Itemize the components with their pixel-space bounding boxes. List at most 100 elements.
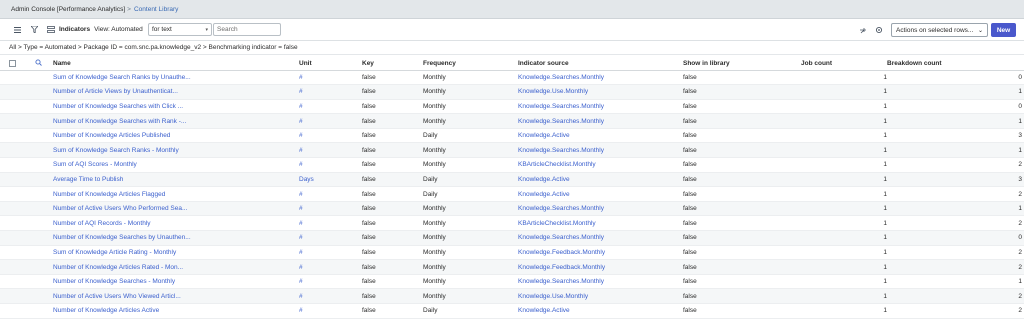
- indicator-name-link[interactable]: Number of Knowledge Searches with Click …: [53, 103, 183, 110]
- indicator-source-link[interactable]: Knowledge.Use.Monthly: [518, 88, 588, 95]
- indicator-source-link[interactable]: Knowledge.Use.Monthly: [518, 293, 588, 300]
- column-header-breakdown-count[interactable]: Breakdown count: [887, 57, 1024, 71]
- indicator-name-link[interactable]: Average Time to Publish: [53, 176, 123, 183]
- table-row[interactable]: ▶Number of Knowledge Searches - Monthly #…: [0, 274, 1024, 290]
- unit-link[interactable]: #: [299, 118, 303, 125]
- indicator-name-link[interactable]: Number of Knowledge Searches with Rank -…: [53, 118, 186, 125]
- indicator-source-link[interactable]: Knowledge.Searches.Monthly: [518, 278, 604, 285]
- table-row[interactable]: ▶Sum of Knowledge Article Rating - Month…: [0, 245, 1024, 261]
- indicator-name-link[interactable]: Number of Knowledge Articles Flagged: [53, 191, 165, 198]
- unit-link[interactable]: #: [299, 264, 303, 271]
- unit-link[interactable]: Days: [299, 176, 314, 183]
- indicator-name-link[interactable]: Number of Active Users Who Viewed Articl…: [53, 293, 181, 300]
- expand-triangle-icon[interactable]: ▶: [32, 177, 53, 183]
- indicator-name-link[interactable]: Sum of AQI Scores - Monthly: [53, 161, 137, 168]
- indicator-name-link[interactable]: Sum of Knowledge Search Ranks by Unauthe…: [53, 74, 191, 81]
- expand-triangle-icon[interactable]: ▶: [32, 148, 53, 154]
- unit-link[interactable]: #: [299, 293, 303, 300]
- table-row[interactable]: ▶Number of Knowledge Searches by Unauthe…: [0, 230, 1024, 246]
- pin-icon[interactable]: [857, 24, 869, 36]
- expand-triangle-icon[interactable]: ▶: [32, 265, 53, 271]
- unit-link[interactable]: #: [299, 161, 303, 168]
- expand-triangle-icon[interactable]: ▶: [32, 162, 53, 168]
- indicator-source-link[interactable]: Knowledge.Active: [518, 307, 570, 314]
- expand-triangle-icon[interactable]: ▶: [32, 206, 53, 212]
- filter-icon[interactable]: [28, 24, 40, 36]
- unit-link[interactable]: #: [299, 191, 303, 198]
- indicator-source-link[interactable]: KBArticleChecklist.Monthly: [518, 161, 596, 168]
- table-row[interactable]: ▶Number of Knowledge Searches with Rank …: [0, 113, 1024, 129]
- table-row[interactable]: ▶Number of Knowledge Articles Flagged # fa…: [0, 186, 1024, 202]
- expand-triangle-icon[interactable]: ▶: [32, 104, 53, 110]
- indicator-name-link[interactable]: Number of Article Views by Unauthenticat…: [53, 88, 178, 95]
- expand-triangle-icon[interactable]: ▶: [32, 294, 53, 300]
- expand-triangle-icon[interactable]: ▶: [32, 133, 53, 139]
- table-row[interactable]: ▶Sum of AQI Scores - Monthly#falseMonthl…: [0, 157, 1024, 173]
- table-row[interactable]: ▶Sum of Knowledge Search Ranks by Unauth…: [0, 70, 1024, 86]
- column-header-frequency[interactable]: Frequency: [423, 57, 518, 71]
- group-by-icon[interactable]: [45, 24, 57, 36]
- indicator-name-link[interactable]: Number of Knowledge Articles Active: [53, 307, 159, 314]
- search-field-select[interactable]: for text ▾: [148, 23, 212, 36]
- column-header-name[interactable]: Name: [53, 57, 299, 71]
- table-row[interactable]: ▶Number of AQI Records - Monthly#falseMo…: [0, 215, 1024, 232]
- expand-triangle-icon[interactable]: ▶: [32, 221, 53, 227]
- table-row[interactable]: ▶Sum of Knowledge Search Ranks - Monthly…: [0, 142, 1024, 159]
- unit-link[interactable]: #: [299, 234, 303, 241]
- breadcrumb-content-library[interactable]: Content Library: [134, 6, 178, 13]
- expand-triangle-icon[interactable]: ▶: [32, 250, 53, 256]
- view-label[interactable]: View: Automated: [94, 26, 143, 33]
- indicator-name-link[interactable]: Number of Knowledge Searches - Monthly: [53, 278, 175, 285]
- new-button[interactable]: New: [991, 23, 1016, 37]
- table-row[interactable]: ▶Number of Active Users Who Performed Se…: [0, 201, 1024, 217]
- indicator-source-link[interactable]: Knowledge.Searches.Monthly: [518, 103, 604, 110]
- table-row[interactable]: ▶Number of Knowledge Articles Active # fal…: [0, 303, 1024, 319]
- expand-triangle-icon[interactable]: ▶: [32, 192, 53, 198]
- search-icon[interactable]: [32, 59, 42, 68]
- indicator-source-link[interactable]: Knowledge.Searches.Monthly: [518, 234, 604, 241]
- table-row[interactable]: ▶Number of Article Views by Unauthentica…: [0, 84, 1024, 100]
- expand-triangle-icon[interactable]: ▶: [32, 89, 53, 95]
- indicator-name-link[interactable]: Number of Active Users Who Performed Sea…: [53, 205, 187, 212]
- indicator-source-link[interactable]: Knowledge.Feedback.Monthly: [518, 249, 605, 256]
- unit-link[interactable]: #: [299, 88, 303, 95]
- unit-link[interactable]: #: [299, 220, 303, 227]
- unit-link[interactable]: #: [299, 132, 303, 139]
- table-row[interactable]: ▶Number of Knowledge Searches with Click…: [0, 99, 1024, 115]
- indicator-source-link[interactable]: Knowledge.Active: [518, 176, 570, 183]
- indicator-source-link[interactable]: Knowledge.Searches.Monthly: [518, 118, 604, 125]
- gear-icon[interactable]: [873, 24, 885, 36]
- unit-link[interactable]: #: [299, 205, 303, 212]
- indicator-name-link[interactable]: Sum of Knowledge Search Ranks - Monthly: [53, 147, 179, 154]
- indicator-name-link[interactable]: Number of AQI Records - Monthly: [53, 220, 151, 227]
- indicator-source-link[interactable]: Knowledge.Searches.Monthly: [518, 205, 604, 212]
- unit-link[interactable]: #: [299, 249, 303, 256]
- indicator-name-link[interactable]: Number of Knowledge Searches by Unauthen…: [53, 234, 191, 241]
- hamburger-menu-icon[interactable]: [11, 24, 23, 36]
- column-header-indicator-source[interactable]: Indicator source: [518, 57, 683, 71]
- expand-triangle-icon[interactable]: ▶: [32, 75, 53, 81]
- filter-breadcrumb-text[interactable]: All > Type = Automated > Package ID = co…: [9, 44, 298, 51]
- table-row[interactable]: ▶Number of Knowledge Articles Published #…: [0, 128, 1024, 144]
- unit-link[interactable]: #: [299, 307, 303, 314]
- indicator-source-link[interactable]: Knowledge.Searches.Monthly: [518, 74, 604, 81]
- table-row[interactable]: ▶Number of Active Users Who Viewed Artic…: [0, 288, 1024, 304]
- indicator-source-link[interactable]: Knowledge.Active: [518, 191, 570, 198]
- table-row[interactable]: ▶Number of Knowledge Articles Rated - Mo…: [0, 259, 1024, 275]
- expand-triangle-icon[interactable]: ▶: [32, 279, 53, 285]
- expand-triangle-icon[interactable]: ▶: [32, 235, 53, 241]
- column-header-unit[interactable]: Unit: [299, 57, 362, 71]
- expand-triangle-icon[interactable]: ▶: [32, 308, 53, 314]
- column-header-show-in-library[interactable]: Show in library: [683, 57, 801, 71]
- select-all-checkbox[interactable]: [9, 59, 16, 67]
- actions-on-selected-rows-select[interactable]: Actions on selected rows... ⌄: [891, 23, 988, 37]
- unit-link[interactable]: #: [299, 103, 303, 110]
- indicator-source-link[interactable]: KBArticleChecklist.Monthly: [518, 220, 596, 227]
- search-input[interactable]: [213, 23, 281, 36]
- unit-link[interactable]: #: [299, 278, 303, 285]
- indicator-source-link[interactable]: Knowledge.Active: [518, 132, 570, 139]
- indicator-name-link[interactable]: Number of Knowledge Articles Published: [53, 132, 170, 139]
- indicator-name-link[interactable]: Number of Knowledge Articles Rated - Mon…: [53, 264, 183, 271]
- expand-triangle-icon[interactable]: ▶: [32, 119, 53, 125]
- indicator-source-link[interactable]: Knowledge.Searches.Monthly: [518, 147, 604, 154]
